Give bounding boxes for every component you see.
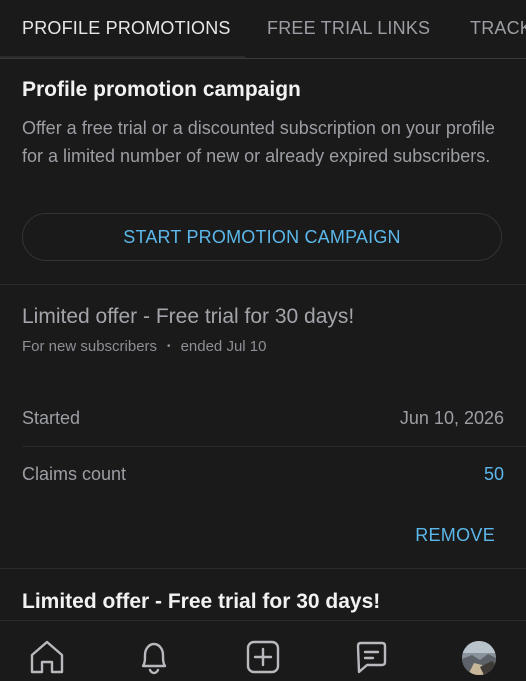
offer-meta: For new subscribers • ended Jul 10	[22, 338, 266, 355]
offer-title: Limited offer - Free trial for 30 days!	[22, 590, 381, 613]
claims-count-value[interactable]: 50	[484, 464, 504, 485]
started-value: Jun 10, 2026	[399, 408, 504, 428]
offer-card: Limited offer - Free trial for 30 days!	[0, 569, 526, 620]
claims-count-label: Claims count	[22, 464, 127, 484]
offer-card: Limited offer - Free trial for 30 days! …	[0, 285, 526, 568]
bottom-navigation	[0, 620, 526, 681]
tab-bar: PROFILE PROMOTIONS FREE TRIAL LINKS TRAC…	[0, 0, 526, 59]
avatar[interactable]	[462, 641, 496, 675]
offer-status: ended Jul 10	[180, 338, 267, 355]
home-icon[interactable]	[27, 637, 67, 677]
start-promotion-campaign-button[interactable]: START PROMOTION CAMPAIGN	[22, 213, 502, 261]
campaign-title: Profile promotion campaign	[22, 78, 301, 101]
separator-dot: •	[167, 341, 171, 352]
promotion-campaign-section: Profile promotion campaign Offer a free …	[0, 59, 526, 284]
offer-title: Limited offer - Free trial for 30 days!	[22, 305, 355, 328]
campaign-description: Offer a free trial or a discounted subsc…	[22, 118, 495, 166]
tab-profile-promotions[interactable]: PROFILE PROMOTIONS	[22, 0, 231, 58]
started-label: Started	[22, 408, 81, 428]
active-tab-indicator	[0, 56, 245, 58]
remove-offer-button[interactable]: REMOVE	[415, 525, 495, 546]
bell-icon[interactable]	[134, 637, 174, 677]
tab-tracking-links[interactable]: TRACK	[470, 0, 526, 58]
tab-free-trial-links[interactable]: FREE TRIAL LINKS	[267, 0, 430, 58]
offer-audience: For new subscribers	[22, 338, 158, 355]
row-divider	[22, 446, 526, 447]
messages-icon[interactable]	[351, 637, 391, 677]
add-post-icon[interactable]	[243, 637, 283, 677]
